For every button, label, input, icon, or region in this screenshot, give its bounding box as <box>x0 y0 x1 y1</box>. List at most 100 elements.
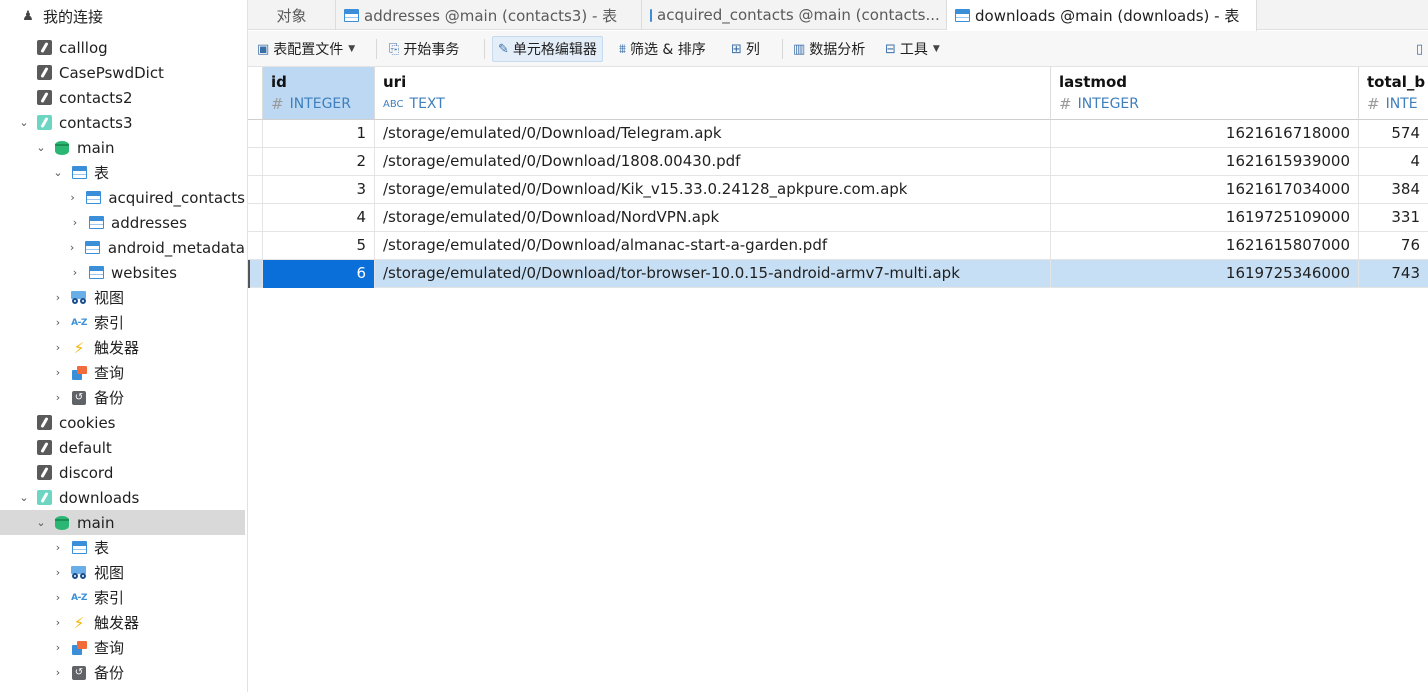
cell-id[interactable]: 1 <box>263 120 375 148</box>
row-selector[interactable] <box>248 232 263 260</box>
chevron-down-icon[interactable]: ⌄ <box>34 516 48 530</box>
tools-button[interactable]: ⊟ 工具 ▼ <box>880 36 945 62</box>
column-header-lastmod[interactable]: lastmod # INTEGER <box>1051 67 1359 120</box>
tree-item-views-2[interactable]: › 视图 <box>0 560 245 585</box>
cell-lastmod[interactable]: 1619725346000 <box>1051 260 1359 288</box>
cell-id[interactable]: 5 <box>263 232 375 260</box>
columns-button[interactable]: ⊞ 列 <box>726 36 765 62</box>
tree-item-tables-2[interactable]: › 表 <box>0 535 245 560</box>
chevron-right-icon[interactable]: › <box>68 266 82 280</box>
chevron-right-icon[interactable]: › <box>51 566 65 580</box>
tree-item-android-metadata[interactable]: › android_metadata <box>0 235 245 260</box>
chevron-down-icon[interactable]: ⌄ <box>51 166 65 180</box>
begin-transaction-button[interactable]: ⎘ 开始事务 <box>384 36 464 62</box>
cell-total-bytes[interactable]: 4 <box>1359 148 1428 176</box>
tree-item-casepswddict[interactable]: CasePswdDict <box>0 60 245 85</box>
cell-uri[interactable]: /storage/emulated/0/Download/Telegram.ap… <box>375 120 1051 148</box>
cell-lastmod[interactable]: 1621617034000 <box>1051 176 1359 204</box>
tree-item-contacts3-main[interactable]: ⌄ main <box>0 135 245 160</box>
row-selector[interactable] <box>248 204 263 232</box>
table-row[interactable]: 4 /storage/emulated/0/Download/NordVPN.a… <box>248 204 1428 232</box>
chevron-right-icon[interactable]: › <box>51 616 65 630</box>
tree-item-cookies[interactable]: cookies <box>0 410 245 435</box>
tree-item-discord[interactable]: discord <box>0 460 245 485</box>
tab-addresses[interactable]: addresses @main (contacts3) - 表 <box>336 0 642 30</box>
table-row-selected[interactable]: 6 /storage/emulated/0/Download/tor-brows… <box>248 260 1428 288</box>
tree-root[interactable]: ♟ 我的连接 <box>0 4 245 29</box>
cell-id-focused[interactable]: 6 <box>263 260 375 288</box>
filter-sort-button[interactable]: ⩩ 筛选 & 排序 <box>614 36 711 62</box>
cell-lastmod[interactable]: 1621615939000 <box>1051 148 1359 176</box>
chevron-right-icon[interactable]: › <box>65 241 79 255</box>
tree-item-websites[interactable]: › websites <box>0 260 245 285</box>
tree-item-triggers-2[interactable]: › ⚡ 触发器 <box>0 610 245 635</box>
tree-item-addresses[interactable]: › addresses <box>0 210 245 235</box>
cell-id[interactable]: 3 <box>263 176 375 204</box>
tree-item-contacts3[interactable]: ⌄ contacts3 <box>0 110 245 135</box>
tree-item-views[interactable]: › 视图 <box>0 285 245 310</box>
tree-item-backups-2[interactable]: › ↺ 备份 <box>0 660 245 685</box>
cell-editor-button[interactable]: ✎ 单元格编辑器 <box>492 36 603 62</box>
table-row[interactable]: 2 /storage/emulated/0/Download/1808.0043… <box>248 148 1428 176</box>
chevron-right-icon[interactable]: › <box>51 341 65 355</box>
tree-item-default[interactable]: default <box>0 435 245 460</box>
row-selector[interactable] <box>248 148 263 176</box>
cell-uri[interactable]: /storage/emulated/0/Download/1808.00430.… <box>375 148 1051 176</box>
chevron-down-icon[interactable]: ⌄ <box>17 491 31 505</box>
tree-item-acquired-contacts[interactable]: › acquired_contacts <box>0 185 245 210</box>
cell-total-bytes[interactable]: 331 <box>1359 204 1428 232</box>
cell-uri[interactable]: /storage/emulated/0/Download/Kik_v15.33.… <box>375 176 1051 204</box>
cell-lastmod[interactable]: 1621615807000 <box>1051 232 1359 260</box>
tab-downloads[interactable]: downloads @main (downloads) - 表 <box>947 0 1257 31</box>
chevron-right-icon[interactable]: › <box>51 391 65 405</box>
row-selector[interactable] <box>248 176 263 204</box>
chevron-right-icon[interactable]: › <box>51 366 65 380</box>
table-row[interactable]: 5 /storage/emulated/0/Download/almanac-s… <box>248 232 1428 260</box>
tree-item-contacts2[interactable]: contacts2 <box>0 85 245 110</box>
chevron-right-icon[interactable]: › <box>51 316 65 330</box>
cell-id[interactable]: 4 <box>263 204 375 232</box>
data-analysis-button[interactable]: ▥ 数据分析 <box>788 36 870 62</box>
row-selector[interactable] <box>248 260 263 288</box>
tab-objects[interactable]: 对象 <box>248 0 336 30</box>
tab-acquired-contacts[interactable]: acquired_contacts @main (contacts... <box>642 0 947 30</box>
chevron-right-icon[interactable]: › <box>51 291 65 305</box>
cell-total-bytes[interactable]: 76 <box>1359 232 1428 260</box>
chevron-down-icon[interactable]: ⌄ <box>34 141 48 155</box>
chevron-right-icon[interactable]: › <box>66 191 80 205</box>
chevron-right-icon[interactable]: › <box>51 641 65 655</box>
cell-total-bytes[interactable]: 384 <box>1359 176 1428 204</box>
cell-lastmod[interactable]: 1621616718000 <box>1051 120 1359 148</box>
table-config-button[interactable]: ▣ 表配置文件 ▼ <box>252 36 360 62</box>
column-header-uri[interactable]: uri ABC TEXT <box>375 67 1051 120</box>
cell-uri[interactable]: /storage/emulated/0/Download/tor-browser… <box>375 260 1051 288</box>
tree-item-downloads[interactable]: ⌄ downloads <box>0 485 245 510</box>
chevron-right-icon[interactable]: › <box>51 591 65 605</box>
column-header-id[interactable]: id # INTEGER <box>263 67 375 120</box>
tree-item-tables[interactable]: ⌄ 表 <box>0 160 245 185</box>
cell-total-bytes[interactable]: 743 <box>1359 260 1428 288</box>
tree-item-calllog[interactable]: calllog <box>0 35 245 60</box>
chevron-right-icon[interactable]: › <box>51 666 65 680</box>
tree-item-triggers[interactable]: › ⚡ 触发器 <box>0 335 245 360</box>
column-header-total-bytes[interactable]: total_b # INTE <box>1359 67 1428 120</box>
tree-item-downloads-main[interactable]: ⌄ main <box>0 510 245 535</box>
tree-item-indexes[interactable]: › A-Z 索引 <box>0 310 245 335</box>
panel-toggle-button[interactable]: ▯ <box>1416 36 1428 62</box>
chevron-down-icon[interactable]: ⌄ <box>17 116 31 130</box>
cell-uri[interactable]: /storage/emulated/0/Download/NordVPN.apk <box>375 204 1051 232</box>
tree-item-queries-2[interactable]: › 查询 <box>0 635 245 660</box>
tree-item-indexes-2[interactable]: › A-Z 索引 <box>0 585 245 610</box>
cell-total-bytes[interactable]: 574 <box>1359 120 1428 148</box>
chevron-right-icon[interactable]: › <box>68 216 82 230</box>
chevron-right-icon[interactable]: › <box>51 541 65 555</box>
table-row[interactable]: 3 /storage/emulated/0/Download/Kik_v15.3… <box>248 176 1428 204</box>
cell-lastmod[interactable]: 1619725109000 <box>1051 204 1359 232</box>
cell-uri[interactable]: /storage/emulated/0/Download/almanac-sta… <box>375 232 1051 260</box>
tree-item-backups[interactable]: › ↺ 备份 <box>0 385 245 410</box>
tree-item-queries[interactable]: › 查询 <box>0 360 245 385</box>
cell-id[interactable]: 2 <box>263 148 375 176</box>
row-selector[interactable] <box>248 120 263 148</box>
lightning-icon: ⚡ <box>73 613 85 632</box>
table-row[interactable]: 1 /storage/emulated/0/Download/Telegram.… <box>248 120 1428 148</box>
